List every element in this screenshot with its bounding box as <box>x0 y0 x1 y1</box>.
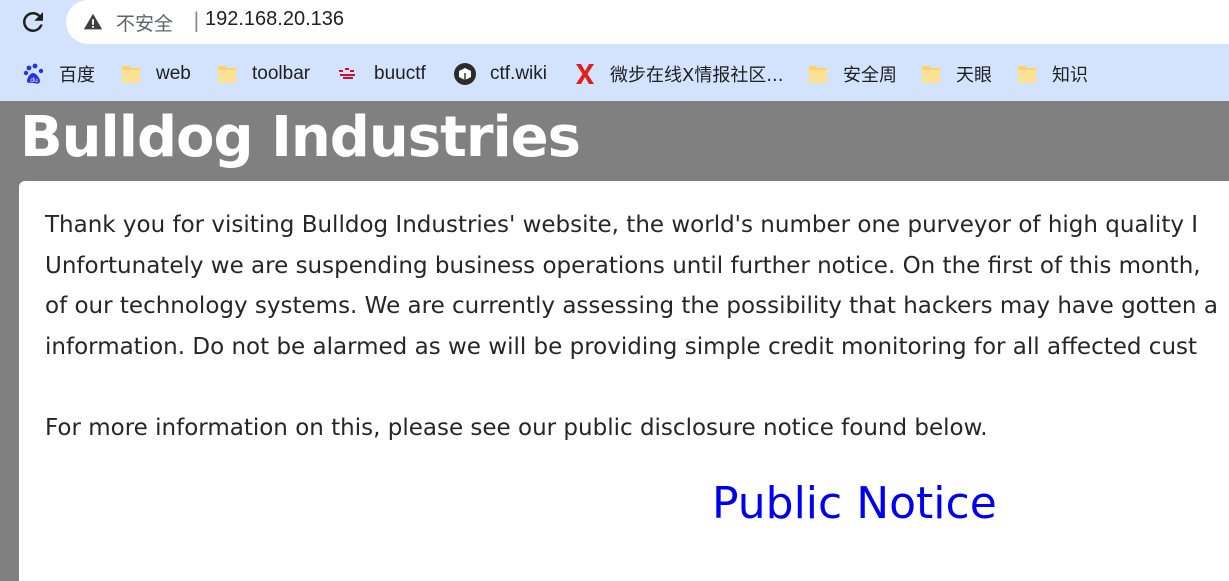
folder-icon <box>218 66 236 83</box>
warning-icon[interactable] <box>82 11 104 33</box>
paragraph-line: Unfortunately we are suspending business… <box>45 252 1201 279</box>
bookmark-label: buuctf <box>374 63 426 84</box>
folder-icon <box>809 66 827 83</box>
security-label[interactable]: 不安全 <box>116 9 173 36</box>
bookmark-label: 微步在线X情报社区... <box>610 65 784 86</box>
bookmark-label: 天眼 <box>956 65 992 86</box>
svg-text:du: du <box>30 77 38 84</box>
url-separator: | <box>193 8 200 32</box>
bookmark-label: 安全周 <box>843 65 897 86</box>
paragraph-line: information. Do not be alarmed as we wil… <box>45 333 1198 360</box>
bookmark-buuctf[interactable]: buuctf <box>337 58 426 90</box>
browser-chrome: 不安全 | 192.168.20.136 du 百度 web toolbar b… <box>0 0 1229 101</box>
bookmark-anquanzhou[interactable]: 安全周 <box>806 58 897 90</box>
site-title: Bulldog Industries <box>20 105 581 170</box>
threatbook-x-icon <box>576 64 594 84</box>
folder-icon <box>1018 66 1036 83</box>
bookmark-toolbar[interactable]: toolbar <box>215 58 310 90</box>
bookmark-threatbook[interactable]: 微步在线X情报社区... <box>573 58 784 90</box>
content-card: Thank you for visiting Bulldog Industrie… <box>19 181 1229 581</box>
baidu-icon: du <box>23 63 44 84</box>
folder-icon <box>122 66 140 83</box>
address-bar[interactable]: 不安全 | 192.168.20.136 <box>66 0 1229 44</box>
bookmark-label: ctf.wiki <box>490 63 547 84</box>
bookmark-label: 知识 <box>1052 65 1088 86</box>
page-viewport: Bulldog Industries Thank you for visitin… <box>0 101 1229 581</box>
bookmark-web[interactable]: web <box>119 58 191 90</box>
public-notice-link[interactable]: Public Notice <box>712 478 997 529</box>
reload-icon[interactable] <box>18 7 48 37</box>
bookmark-label: toolbar <box>252 63 311 84</box>
bookmark-tianyan[interactable]: 天眼 <box>919 58 992 90</box>
buuctf-icon <box>339 68 355 79</box>
more-info-text: For more information on this, please see… <box>45 414 988 441</box>
bookmark-baidu[interactable]: du 百度 <box>22 58 95 90</box>
bookmark-label: web <box>156 63 191 84</box>
ctfwiki-icon <box>454 63 476 85</box>
bookmark-zhishi[interactable]: 知识 <box>1015 58 1088 90</box>
url-text[interactable]: 192.168.20.136 <box>205 8 344 31</box>
bookmark-ctf-wiki[interactable]: ctf.wiki <box>453 58 547 90</box>
bookmark-label: 百度 <box>59 65 95 86</box>
paragraph-line: Thank you for visiting Bulldog Industrie… <box>45 212 1199 238</box>
folder-icon <box>922 66 940 83</box>
notice-text: Thank you for visiting Bulldog Industrie… <box>45 205 1229 449</box>
paragraph-line: of our technology systems. We are curren… <box>45 293 1218 320</box>
